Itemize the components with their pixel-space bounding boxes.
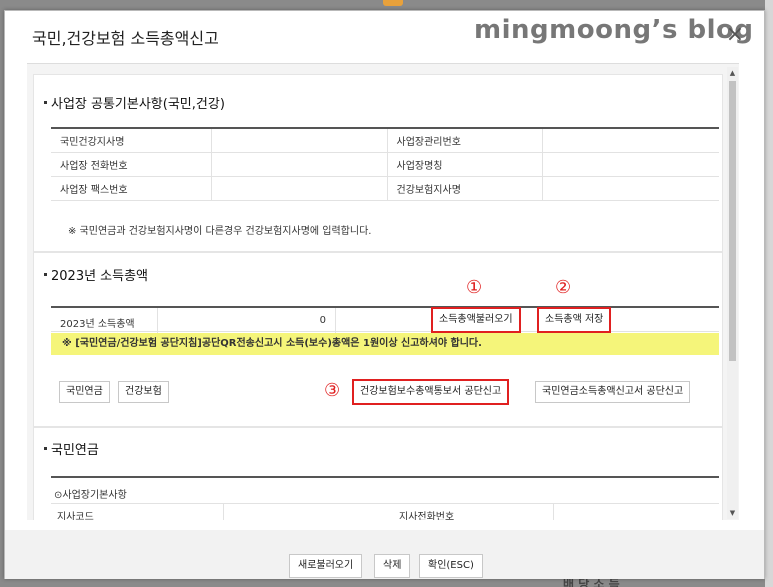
section-heading-text: 2023년 소득총액 [51,269,149,284]
tab-health[interactable]: 건강보험 [118,381,169,403]
vertical-scrollbar[interactable]: ▲ ▼ [727,67,738,519]
notice-banner: ※ [국민연금/건강보험 공단지침]공단QR전송신고시 소득(보수)총액은 1원… [51,333,719,355]
divider [553,504,554,520]
divider [223,504,224,520]
scroll-up-icon[interactable]: ▲ [727,67,738,79]
marker-2: ② [555,277,572,298]
background-panel [765,0,773,587]
section-heading: 사업장 공통기본사항(국민,건강) [44,93,225,112]
row-label: 사업장명칭 [387,152,542,177]
row-label: 건강보험지사명 [387,176,542,201]
divider [51,503,719,504]
dialog-footer: 새로불러오기 삭제 확인(ESC) [5,530,764,579]
load-income-button[interactable]: 소득총액불러오기 [431,307,521,333]
divider [157,308,158,333]
blog-watermark: mingmoong’s blog [474,15,754,45]
income-total-row: 2023년 소득총액 0 [51,306,719,333]
section-heading-text: 국민연금 [51,443,99,458]
row-value[interactable] [210,128,388,153]
workplace-info-table: 국민건강지사명 사업장관리번호 사업장 전화번호 사업장명칭 사업장 팩스번호 [51,127,719,201]
row-label: 사업장 전화번호 [51,152,211,177]
bullet-icon [44,447,47,450]
confirm-button[interactable]: 확인(ESC) [419,554,483,578]
close-icon[interactable]: × [723,23,747,47]
delete-button[interactable]: 삭제 [374,554,411,578]
row-label: 국민건강지사명 [51,128,211,153]
dialog-content: 사업장 공통기본사항(국민,건강) 국민건강지사명 사업장관리번호 사업장 전화… [27,63,739,520]
divider [335,308,336,333]
section-heading-text: 사업장 공통기본사항(국민,건강) [51,97,225,112]
row-label: 사업장 팩스번호 [51,176,211,201]
row-value[interactable] [541,152,719,177]
section-heading: 국민연금 [44,439,99,458]
income-total-value[interactable]: 0 [171,315,326,326]
bullet-icon [44,101,47,104]
row-label: 지사코드 [57,512,94,520]
sub-heading: ⊙사업장기본사항 [54,490,127,501]
workplace-common-panel: 사업장 공통기본사항(국민,건강) 국민건강지사명 사업장관리번호 사업장 전화… [33,74,723,252]
section-heading: 2023년 소득총액 [44,265,148,284]
table-row: 국민건강지사명 사업장관리번호 [51,128,719,153]
tab-pension[interactable]: 국민연금 [59,381,110,403]
row-label: 사업장관리번호 [387,128,542,153]
health-submit-button[interactable]: 건강보험보수총액통보서 공단신고 [352,379,510,405]
marker-1: ① [466,277,483,298]
national-pension-panel: 국민연금 ⊙사업장기본사항 지사코드 지사전화번호 [33,427,723,520]
row-value[interactable] [541,176,719,201]
scroll-thumb[interactable] [729,81,736,361]
income-total-panel: 2023년 소득총액 ① ② 2023년 소득총액 0 소득총액불러오기 소득총… [33,252,723,427]
row-label: 지사전화번호 [399,512,455,520]
reload-button[interactable]: 새로불러오기 [289,554,363,578]
divider [51,476,719,478]
income-report-dialog: 국민,건강보험 소득총액신고 mingmoong’s blog × 사업장 공통… [4,10,765,579]
scroll-down-icon[interactable]: ▼ [727,507,738,519]
income-total-label: 2023년 소득총액 [60,319,135,330]
row-value[interactable] [210,152,388,177]
bullet-icon [44,273,47,276]
dialog-title: 국민,건강보험 소득총액신고 [32,29,219,48]
branch-note: ※ 국민연금과 건강보험지사명이 다른경우 건강보험지사명에 입력합니다. [68,226,372,237]
row-value[interactable] [541,128,719,153]
save-income-button[interactable]: 소득총액 저장 [537,307,612,333]
table-row: 사업장 팩스번호 건강보험지사명 [51,176,719,201]
marker-3: ③ [324,380,341,401]
row-value[interactable] [210,176,388,201]
background-tab-indicator [383,0,403,6]
pension-submit-button[interactable]: 국민연금소득총액신고서 공단신고 [535,381,691,403]
table-row: 사업장 전화번호 사업장명칭 [51,152,719,177]
